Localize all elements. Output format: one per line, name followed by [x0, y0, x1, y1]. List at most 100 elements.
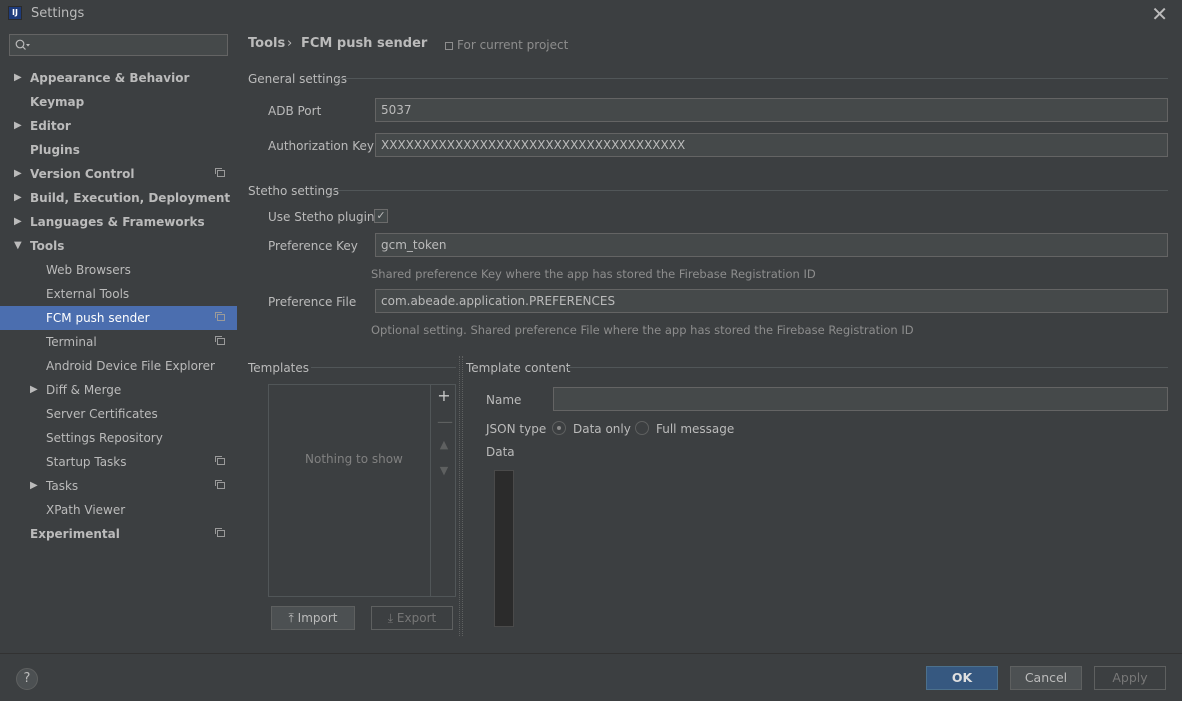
help-button[interactable]: ? [16, 668, 38, 690]
sidebar-item-label: Experimental [30, 527, 120, 541]
collapse-arrow-icon[interactable]: ▼ [14, 234, 22, 258]
full-message-radio[interactable] [635, 421, 649, 435]
preference-key-label: Preference Key [268, 239, 358, 253]
title-bar: IJ Settings ✕ [0, 0, 1182, 26]
sidebar-item-settings-repository[interactable]: Settings Repository [0, 426, 237, 450]
export-button[interactable]: ⤓ Export [371, 606, 453, 630]
apply-button[interactable]: Apply [1094, 666, 1166, 690]
preference-file-hint: Optional setting. Shared preference File… [371, 323, 914, 337]
expand-arrow-icon[interactable]: ▶ [14, 186, 22, 210]
sidebar-item-label: Server Certificates [46, 407, 158, 421]
section-divider [333, 190, 1168, 191]
panel-splitter[interactable] [459, 356, 463, 636]
breadcrumb-separator: › [287, 36, 293, 51]
full-message-label[interactable]: Full message [656, 422, 734, 436]
sidebar-item-label: Plugins [30, 143, 80, 157]
sidebar-item-label: Editor [30, 119, 71, 133]
section-divider [335, 78, 1168, 79]
expand-arrow-icon[interactable]: ▶ [14, 162, 22, 186]
close-icon[interactable]: ✕ [1151, 2, 1168, 26]
remove-icon[interactable]: — [437, 412, 453, 431]
ok-button[interactable]: OK [926, 666, 998, 690]
sidebar-item-label: Diff & Merge [46, 383, 122, 397]
preference-file-label: Preference File [268, 295, 357, 309]
sidebar-item-keymap[interactable]: Keymap [0, 90, 237, 114]
sidebar-item-languages[interactable]: ▶ Languages & Frameworks [0, 210, 237, 234]
import-label: Import [297, 611, 338, 625]
expand-arrow-icon[interactable]: ▶ [14, 114, 22, 138]
sidebar-item-label: Terminal [46, 335, 97, 349]
preference-key-field[interactable]: gcm_token [375, 233, 1168, 257]
sidebar-item-tasks[interactable]: ▶ Tasks [0, 474, 237, 498]
sidebar-item-terminal[interactable]: Terminal [0, 330, 237, 354]
stetho-settings-title: Stetho settings [248, 184, 340, 198]
sidebar-item-plugins[interactable]: Plugins [0, 138, 237, 162]
templates-empty-text: Nothing to show [305, 452, 403, 466]
sidebar-item-experimental[interactable]: Experimental [0, 522, 237, 546]
data-only-label[interactable]: Data only [573, 422, 631, 436]
expand-arrow-icon[interactable]: ▶ [30, 378, 38, 402]
sidebar-item-startup-tasks[interactable]: Startup Tasks [0, 450, 237, 474]
project-scope-icon [215, 312, 225, 321]
cancel-button[interactable]: Cancel [1010, 666, 1082, 690]
expand-arrow-icon[interactable]: ▶ [14, 210, 22, 234]
preference-key-hint: Shared preference Key where the app has … [371, 267, 816, 281]
preference-file-field[interactable]: com.abeade.application.PREFERENCES [375, 289, 1168, 313]
export-icon: ⤓ [387, 611, 394, 625]
sidebar-item-version-control[interactable]: ▶ Version Control [0, 162, 237, 186]
authorization-key-label: Authorization Key [268, 139, 374, 153]
move-down-icon[interactable]: ▼ [437, 464, 451, 477]
project-scope-icon [215, 168, 225, 177]
sidebar-item-label: Android Device File Explorer [46, 359, 215, 373]
sidebar-item-xpath-viewer[interactable]: XPath Viewer [0, 498, 237, 522]
use-stetho-plugin-checkbox[interactable]: ✓ [374, 209, 388, 223]
templates-list[interactable] [268, 384, 456, 597]
scope-label: For current project [457, 38, 569, 52]
data-editor[interactable] [494, 470, 514, 627]
expand-arrow-icon[interactable]: ▶ [14, 66, 22, 90]
sidebar-item-fcm-push-sender[interactable]: FCM push sender [0, 306, 237, 330]
breadcrumb-current: FCM push sender [301, 36, 428, 51]
sidebar-item-android-device-file-explorer[interactable]: Android Device File Explorer [0, 354, 237, 378]
sidebar-item-label: Tools [30, 239, 65, 253]
settings-sidebar: ▶ Appearance & Behavior Keymap ▶ Editor … [0, 26, 237, 653]
sidebar-item-tools[interactable]: ▼ Tools [0, 234, 237, 258]
project-scope-icon [215, 480, 225, 489]
sidebar-item-diff-merge[interactable]: ▶ Diff & Merge [0, 378, 237, 402]
import-button[interactable]: ⤒ Import [271, 606, 355, 630]
sidebar-item-server-certificates[interactable]: Server Certificates [0, 402, 237, 426]
sidebar-item-label: Settings Repository [46, 431, 163, 445]
templates-toolbar: + — ▲ ▼ [430, 384, 456, 597]
intellij-app-icon: IJ [8, 6, 22, 20]
project-scope-icon [215, 528, 225, 537]
template-name-field[interactable] [553, 387, 1168, 411]
section-divider [311, 367, 456, 368]
export-label: Export [396, 611, 437, 625]
sidebar-item-appearance[interactable]: ▶ Appearance & Behavior [0, 66, 237, 90]
breadcrumb-parent[interactable]: Tools [248, 36, 285, 51]
sidebar-item-label: Tasks [46, 479, 79, 493]
expand-arrow-icon[interactable]: ▶ [30, 474, 38, 498]
data-only-radio[interactable] [552, 421, 566, 435]
add-icon[interactable]: + [437, 386, 451, 405]
templates-title: Templates [248, 361, 310, 375]
sidebar-item-external-tools[interactable]: External Tools [0, 282, 237, 306]
move-up-icon[interactable]: ▲ [437, 438, 451, 451]
template-content-title: Template content [466, 361, 571, 375]
sidebar-item-web-browsers[interactable]: Web Browsers [0, 258, 237, 282]
sidebar-item-build[interactable]: ▶ Build, Execution, Deployment [0, 186, 237, 210]
adb-port-field[interactable]: 5037 [375, 98, 1168, 122]
sidebar-item-editor[interactable]: ▶ Editor [0, 114, 237, 138]
sidebar-item-label: Languages & Frameworks [30, 215, 205, 229]
settings-search-input[interactable] [9, 34, 228, 56]
search-icon [15, 39, 30, 50]
use-stetho-plugin-label: Use Stetho plugin [268, 210, 375, 224]
authorization-key-field[interactable]: XXXXXXXXXXXXXXXXXXXXXXXXXXXXXXXXXXXXX [375, 133, 1168, 157]
sidebar-item-label: External Tools [46, 287, 130, 301]
data-label: Data [486, 445, 515, 459]
sidebar-item-label: XPath Viewer [46, 503, 126, 517]
adb-port-label: ADB Port [268, 104, 322, 118]
template-name-label: Name [486, 393, 522, 407]
sidebar-item-label: Startup Tasks [46, 455, 127, 469]
sidebar-item-label: Web Browsers [46, 263, 131, 277]
